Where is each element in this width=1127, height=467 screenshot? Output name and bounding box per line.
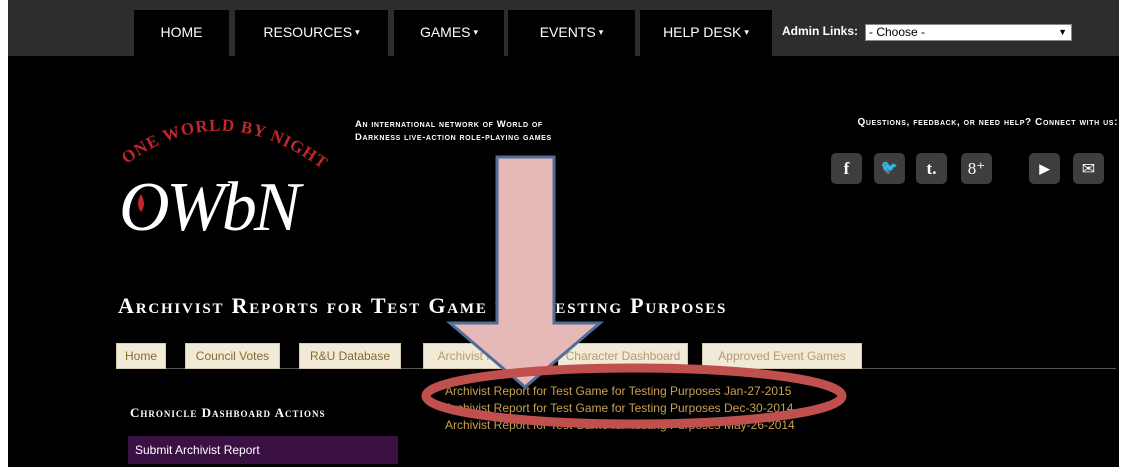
tab-home[interactable]: Home xyxy=(116,343,166,369)
browser-page: HOME RESOURCES ▾ GAMES ▾ EVENTS ▾ HELP D… xyxy=(8,0,1119,467)
nav-resources[interactable]: RESOURCES ▾ xyxy=(235,10,388,56)
admin-links-label: Admin Links: xyxy=(782,24,859,38)
nav-home-label: HOME xyxy=(160,24,203,40)
admin-select-value: - Choose - xyxy=(869,25,926,39)
youtube-icon[interactable]: ▶ xyxy=(1029,153,1060,184)
nav-help-desk-label: HELP DESK xyxy=(663,24,742,40)
nav-games-label: GAMES xyxy=(419,24,471,40)
submit-button-label: Submit Archivist Report xyxy=(135,443,260,457)
svg-text:ONE WORLD BY NIGHT: ONE WORLD BY NIGHT xyxy=(118,116,332,173)
tab-council-votes[interactable]: Council Votes xyxy=(185,343,280,369)
chevron-down-icon: ▾ xyxy=(598,27,604,37)
chevron-down-icon: ▾ xyxy=(744,27,749,37)
report-link-dec-2014[interactable]: Archivist Report for Test Game for Testi… xyxy=(445,401,793,415)
chevron-down-icon: ▾ xyxy=(473,27,479,37)
report-link-jan-2015[interactable]: Archivist Report for Test Game for Testi… xyxy=(445,384,791,398)
nav-games[interactable]: GAMES ▾ xyxy=(394,10,504,56)
report-link-may-2014[interactable]: Archivist Report for Test Game for Testi… xyxy=(445,418,795,432)
nav-events-label: EVENTS xyxy=(539,24,596,40)
dashboard-section-title: Chronicle Dashboard Actions xyxy=(130,405,326,420)
admin-links-select[interactable]: - Choose - ▼ xyxy=(865,24,1072,41)
submit-archivist-report-button[interactable]: Submit Archivist Report xyxy=(128,436,398,464)
site-tagline: An international network of World of Dar… xyxy=(355,119,552,143)
logo-arc-text: ONE WORLD BY NIGHT xyxy=(118,116,331,173)
chevron-down-icon: ▾ xyxy=(355,27,360,37)
tab-ru-database[interactable]: R&U Database xyxy=(299,343,401,369)
tab-character-dashboard[interactable]: Character Dashboard xyxy=(558,343,688,369)
tab-approved-event-games[interactable]: Approved Event Games xyxy=(702,343,862,369)
top-nav-bar: HOME RESOURCES ▾ GAMES ▾ EVENTS ▾ HELP D… xyxy=(8,0,1119,56)
chevron-down-icon: ▼ xyxy=(1058,27,1067,37)
logo-text: OWbN xyxy=(119,169,304,242)
facebook-icon[interactable]: f xyxy=(831,153,862,184)
twitter-icon[interactable]: 🐦 xyxy=(874,153,905,184)
nav-resources-label: RESOURCES xyxy=(263,24,353,40)
nav-help-desk[interactable]: HELP DESK ▾ xyxy=(640,10,772,56)
connect-text: Questions, feedback, or need help? Conne… xyxy=(857,117,1118,128)
page-title: Archivist Reports for Test Game for Test… xyxy=(118,293,728,318)
tumblr-icon[interactable]: t. xyxy=(916,153,947,184)
nav-home[interactable]: HOME xyxy=(134,10,229,56)
owbn-logo[interactable]: ONE WORLD BY NIGHT OWbN xyxy=(111,112,341,242)
tab-archivist-reports[interactable]: Archivist Reports xyxy=(423,343,543,369)
mail-icon[interactable]: ✉ xyxy=(1073,153,1104,184)
googleplus-icon[interactable]: 8⁺ xyxy=(961,153,992,184)
nav-events[interactable]: EVENTS ▾ xyxy=(508,10,635,56)
